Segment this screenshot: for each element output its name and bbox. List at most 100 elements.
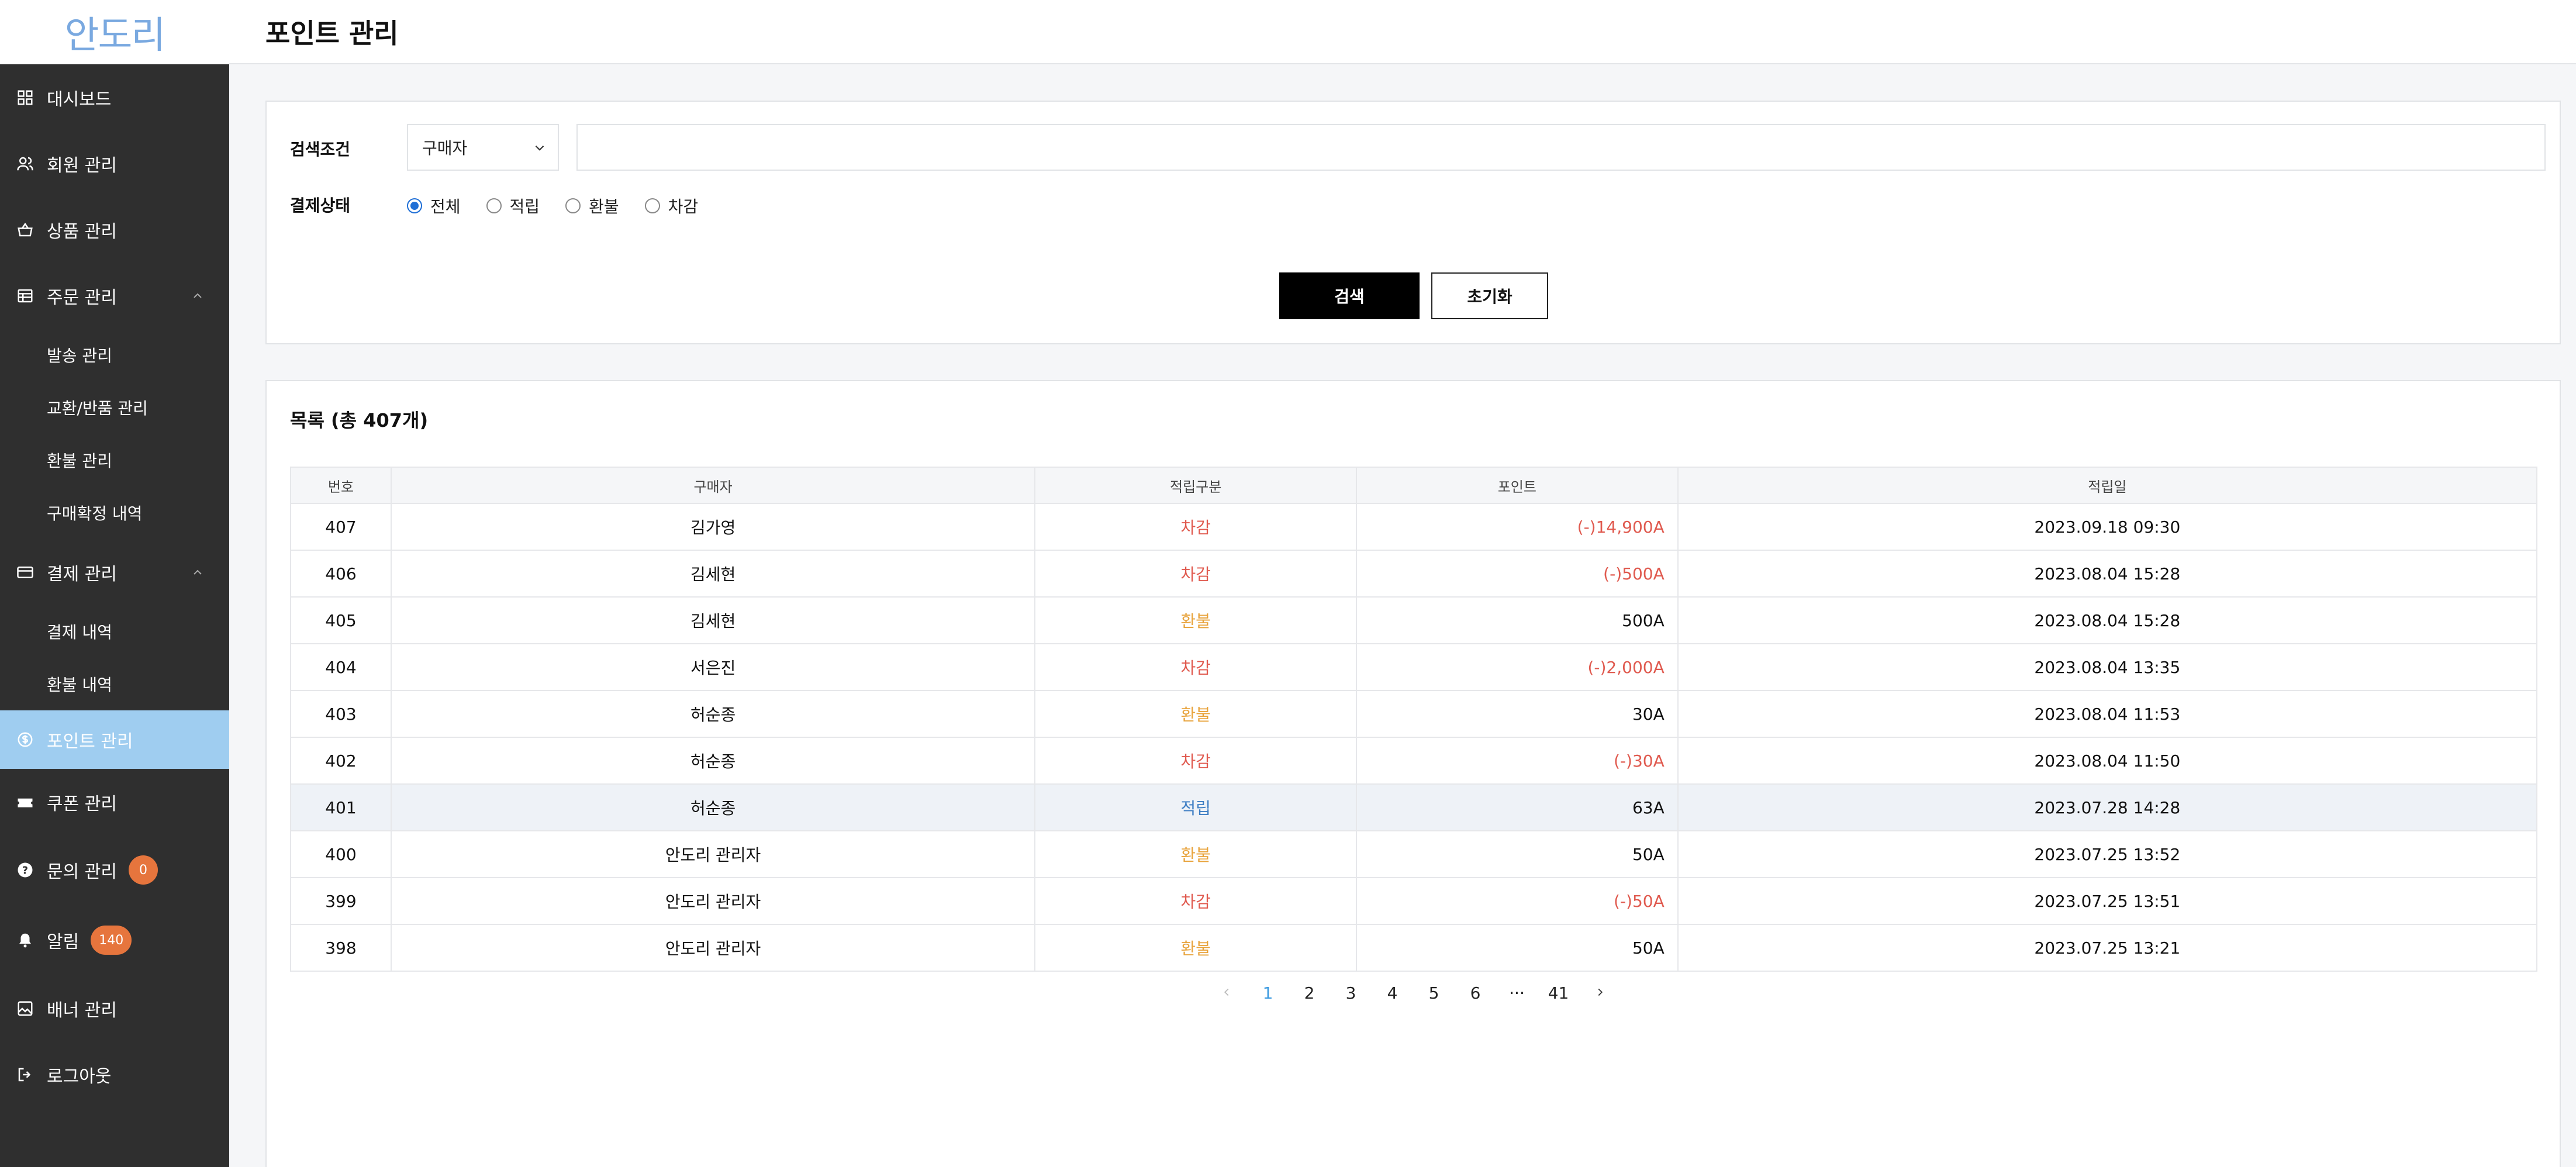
cell-number: 403 [290,690,392,738]
radio-deduct[interactable]: 차감 [644,194,699,217]
column-header-date[interactable]: 적립일 [1677,467,2538,504]
cell-number: 405 [290,597,392,644]
cell-type: 차감 [1034,550,1357,598]
cell-date: 2023.08.04 11:53 [1677,690,2538,738]
table-row[interactable]: 403 허순종 환불 30A 2023.08.04 11:53 [290,690,2538,738]
search-input[interactable] [576,124,2546,171]
chevron-up-icon [194,293,202,298]
sidebar-item-label: 알림 [47,932,80,952]
cell-number: 400 [290,831,392,878]
pagination-ellipsis: ··· [1509,983,1525,1003]
cell-buyer: 서은진 [390,644,1036,691]
cell-buyer: 김가영 [390,503,1036,551]
cell-buyer: 김세현 [390,550,1036,598]
cell-type: 환불 [1034,831,1357,878]
sidebar-item-banners[interactable]: 배너 관리 [0,975,229,1041]
cell-type: 차감 [1034,503,1357,551]
page-button[interactable]: 4 [1372,983,1413,1003]
page-button[interactable]: 6 [1455,983,1496,1003]
payment-status-label: 결제상태 [290,196,351,215]
sidebar-item-label: 결제 관리 [47,564,117,585]
sidebar-item-logout[interactable]: 로그아웃 [0,1041,229,1107]
cell-number: 398 [290,924,392,972]
search-panel: 검색조건 구매자 결제상태 전체 적립 환불 차감 검색 초기화 [265,101,2561,344]
page-button[interactable]: 1 [1247,983,1289,1003]
sidebar-item-exchange-return[interactable]: 교환/반품 관리 [0,381,229,434]
logo[interactable]: 안도리 [65,5,166,59]
page-button[interactable]: 3 [1330,983,1372,1003]
inquiries-count-badge: 0 [128,855,158,885]
logout-icon [16,1066,34,1083]
radio-label: 차감 [668,197,699,216]
table-row[interactable]: 401 허순종 적립 63A 2023.07.28 14:28 [290,784,2538,831]
cell-number: 399 [290,878,392,925]
cell-type: 차감 [1034,644,1357,691]
cell-type: 차감 [1034,737,1357,785]
sidebar-item-label: 상품 관리 [47,221,117,242]
cell-date: 2023.08.04 15:28 [1677,550,2538,598]
next-page-button[interactable] [1579,983,1621,1003]
search-condition-label: 검색조건 [290,140,351,159]
table-row[interactable]: 406 김세현 차감 (-)500A 2023.08.04 15:28 [290,550,2538,598]
cell-point: (-)14,900A [1355,503,1679,551]
sidebar-item-inquiries[interactable]: ? 문의 관리 0 [0,835,229,905]
table-row[interactable]: 405 김세현 환불 500A 2023.08.04 15:28 [290,597,2538,644]
search-button[interactable]: 검색 [1279,272,1420,319]
sidebar-item-refund[interactable]: 환불 관리 [0,434,229,486]
radio-dot [565,198,581,213]
page-button[interactable]: 41 [1538,983,1579,1003]
sidebar-item-label: 주문 관리 [47,287,117,308]
sidebar-item-payment-history[interactable]: 결제 내역 [0,605,229,658]
radio-all[interactable]: 전체 [407,194,461,217]
radio-label: 전체 [430,197,461,216]
cell-number: 404 [290,644,392,691]
page-header: 포인트 관리 [229,0,2576,64]
radio-label: 환불 [589,197,619,216]
search-condition-select[interactable]: 구매자 [407,124,559,171]
cell-number: 402 [290,737,392,785]
column-header-buyer[interactable]: 구매자 [390,467,1036,504]
reset-button[interactable]: 초기화 [1431,272,1548,319]
radio-earn[interactable]: 적립 [486,194,540,217]
column-header-number[interactable]: 번호 [290,467,392,504]
sidebar-item-purchase-confirmed[interactable]: 구매확정 내역 [0,486,229,539]
sidebar: 안도리 대시보드 회원 관리 상품 관리 주문 관리 발송 관리 교환/반품 관… [0,0,229,1167]
table-row[interactable]: 400 안도리 관리자 환불 50A 2023.07.25 13:52 [290,831,2538,878]
sidebar-item-payments[interactable]: 결제 관리 [0,539,229,605]
sidebar-item-dashboard[interactable]: 대시보드 [0,64,229,130]
sidebar-item-products[interactable]: 상품 관리 [0,196,229,263]
sidebar-item-members[interactable]: 회원 관리 [0,130,229,196]
users-icon [16,155,34,172]
cell-date: 2023.08.04 11:50 [1677,737,2538,785]
table-row[interactable]: 407 김가영 차감 (-)14,900A 2023.09.18 09:30 [290,503,2538,551]
cell-date: 2023.07.25 13:21 [1677,924,2538,972]
cell-point: (-)30A [1355,737,1679,785]
radio-refund[interactable]: 환불 [565,194,619,217]
sidebar-item-notifications[interactable]: 알림 140 [0,905,229,975]
sidebar-item-points[interactable]: 포인트 관리 [0,710,229,769]
table-row[interactable]: 398 안도리 관리자 환불 50A 2023.07.25 13:21 [290,924,2538,972]
column-header-type[interactable]: 적립구분 [1034,467,1357,504]
select-value: 구매자 [422,139,468,158]
sidebar-item-label: 회원 관리 [47,155,117,176]
table-row[interactable]: 399 안도리 관리자 차감 (-)50A 2023.07.25 13:51 [290,878,2538,925]
sidebar-item-shipping[interactable]: 발송 관리 [0,329,229,381]
list-title: 목록 (총 407개) [290,409,429,431]
cell-date: 2023.07.28 14:28 [1677,784,2538,831]
sidebar-item-coupons[interactable]: 쿠폰 관리 [0,769,229,835]
table-row[interactable]: 404 서은진 차감 (-)2,000A 2023.08.04 13:35 [290,644,2538,691]
page-button[interactable]: 5 [1413,983,1455,1003]
sidebar-item-orders[interactable]: 주문 관리 [0,263,229,329]
page-button[interactable]: 2 [1289,983,1330,1003]
sidebar-item-refund-history[interactable]: 환불 내역 [0,658,229,710]
cell-type: 차감 [1034,878,1357,925]
sidebar-item-label: 배너 관리 [47,1000,117,1021]
cell-buyer: 안도리 관리자 [390,878,1036,925]
chevron-right-icon [1598,988,1603,996]
sidebar-item-label: 로그아웃 [47,1066,112,1087]
column-header-point[interactable]: 포인트 [1355,467,1679,504]
prev-page-button[interactable] [1206,983,1247,1003]
cell-point: (-)2,000A [1355,644,1679,691]
table-row[interactable]: 402 허순종 차감 (-)30A 2023.08.04 11:50 [290,737,2538,785]
cell-number: 407 [290,503,392,551]
